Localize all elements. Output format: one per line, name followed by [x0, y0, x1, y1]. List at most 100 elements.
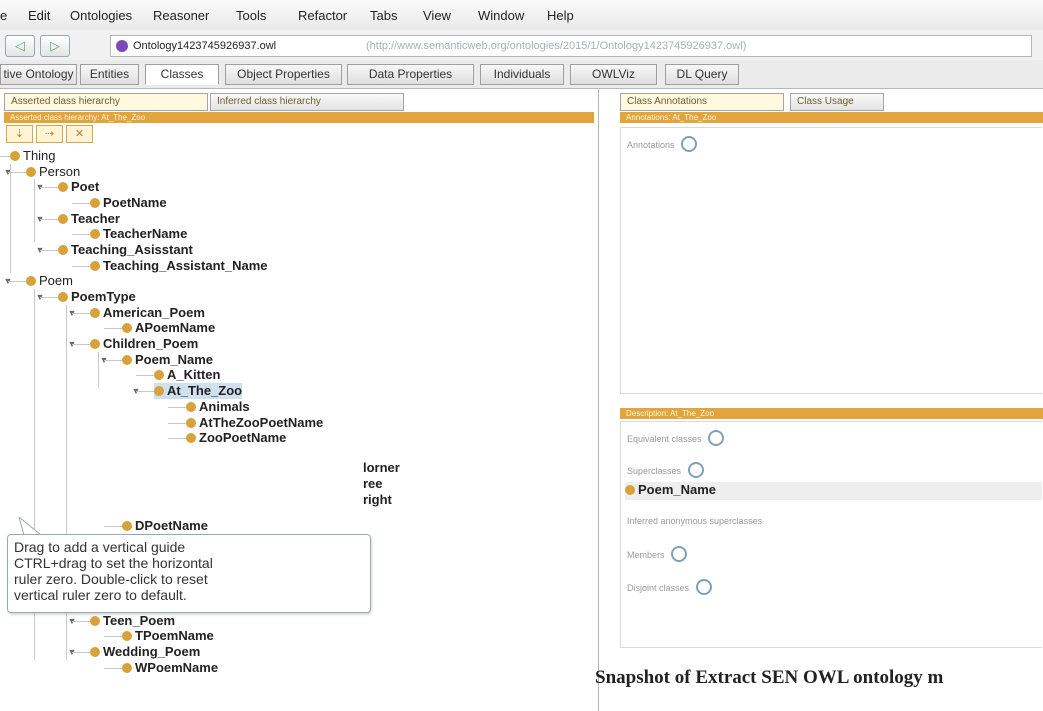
tree-node-label: Person — [39, 164, 81, 179]
menu-item-e[interactable]: e — [0, 8, 7, 23]
add-sibling-icon[interactable]: ⇢ — [36, 125, 63, 143]
tab-asserted-class-hierarchy[interactable]: Asserted class hierarchy — [4, 93, 208, 111]
tree-connector — [40, 219, 58, 220]
annotations-header: Annotations: At_The_Zoo — [620, 112, 1043, 123]
tree-node[interactable]: Poet — [58, 179, 99, 195]
tree-node-label: Poem_Name — [135, 352, 214, 367]
tree-node[interactable]: ZooPoetName — [186, 430, 286, 446]
menu-item-refactor[interactable]: Refactor — [298, 8, 347, 23]
menu-item-edit[interactable]: Edit — [28, 8, 50, 23]
tree-node[interactable]: Teen_Poem — [90, 613, 175, 629]
class-hierarchy-panel: Asserted class hierarchy Inferred class … — [0, 89, 599, 711]
partial-tree-item: lorner — [363, 460, 400, 475]
add-subclass-icon[interactable]: ⇣ — [6, 125, 33, 143]
disjoint-classes-label: Disjoint classes — [627, 579, 712, 595]
tree-node[interactable]: Teacher — [58, 211, 120, 227]
menu-item-tabs[interactable]: Tabs — [370, 8, 397, 23]
tree-node[interactable]: American_Poem — [90, 305, 205, 321]
tab-dl-query[interactable]: DL Query — [665, 64, 739, 85]
tree-node[interactable]: AtTheZooPoetName — [186, 415, 323, 431]
tree-node[interactable]: PoemType — [58, 289, 136, 305]
menu-item-tools[interactable]: Tools — [236, 8, 266, 23]
menu-item-reasoner[interactable]: Reasoner — [153, 8, 209, 23]
superclasses-label: Superclasses — [627, 462, 704, 478]
menu-item-ontologies[interactable]: Ontologies — [70, 8, 132, 23]
tree-node[interactable]: TPoemName — [122, 628, 214, 644]
ontology-url-field[interactable]: Ontology1423745926937.owl (http://www.se… — [110, 35, 1032, 57]
tree-node[interactable]: Children_Poem — [90, 336, 198, 352]
menu-item-help[interactable]: Help — [547, 8, 574, 23]
tree-node[interactable]: Teaching_Assistant_Name — [90, 258, 268, 274]
tree-node[interactable]: PoetName — [90, 195, 167, 211]
delete-class-icon[interactable]: ✕ — [66, 125, 93, 143]
tree-connector — [40, 187, 58, 188]
tree-connector — [104, 328, 122, 329]
tree-node[interactable]: A_Kitten — [154, 367, 220, 383]
tree-node-label: Children_Poem — [103, 336, 199, 351]
tree-node[interactable]: At_The_Zoo — [154, 383, 243, 399]
tree-node[interactable]: Thing — [10, 148, 56, 164]
class-icon — [90, 308, 100, 318]
tree-connector — [72, 234, 90, 235]
menu-item-view[interactable]: View — [423, 8, 451, 23]
class-icon — [122, 631, 132, 641]
tree-node-label: Teaching_Asisstant — [71, 242, 193, 257]
tree-node[interactable]: Animals — [186, 399, 250, 415]
tab-data-properties[interactable]: Data Properties — [347, 64, 474, 85]
forward-arrow-icon[interactable]: ▷ — [40, 35, 70, 57]
add-superclass-icon[interactable] — [687, 462, 704, 478]
ontology-name: Ontology1423745926937.owl — [133, 40, 277, 52]
equivalent-classes-label: Equivalent classes — [627, 430, 725, 446]
back-arrow-icon[interactable]: ◁ — [5, 35, 35, 57]
tree-node-label: TeacherName — [103, 226, 188, 241]
class-icon — [90, 261, 100, 271]
tree-node[interactable]: Teaching_Asisstant — [58, 242, 193, 258]
add-member-icon[interactable] — [671, 546, 688, 562]
add-equivalent-class-icon[interactable] — [708, 430, 725, 446]
tab-inferred-class-hierarchy[interactable]: Inferred class hierarchy — [210, 93, 404, 111]
tree-node[interactable]: Poem — [26, 273, 73, 289]
add-annotation-icon[interactable] — [681, 136, 698, 152]
tree-node[interactable]: APoemName — [122, 320, 215, 336]
tab-classes[interactable]: Classes — [145, 64, 219, 85]
tree-node[interactable]: WPoemName — [122, 660, 218, 676]
add-disjoint-class-icon[interactable] — [695, 579, 712, 595]
tab-individuals[interactable]: Individuals — [480, 64, 564, 85]
tree-node-label: American_Poem — [103, 305, 205, 320]
tab-class-usage[interactable]: Class Usage — [790, 93, 884, 111]
ontology-iri: (http://www.semanticweb.org/ontologies/2… — [366, 40, 747, 52]
description-header: Description: At_The_Zoo — [620, 408, 1043, 419]
ruler-tooltip: Drag to add a vertical guide CTRL+drag t… — [7, 534, 371, 613]
class-icon — [10, 151, 20, 161]
tab-entities[interactable]: Entities — [80, 64, 139, 85]
superclass-item[interactable]: Poem_Name — [625, 482, 1042, 500]
class-icon — [90, 647, 100, 657]
members-label: Members — [627, 546, 688, 562]
tree-node-label: Animals — [199, 399, 250, 414]
tree-node-label: Thing — [23, 148, 56, 163]
tree-node[interactable]: DPoetName — [122, 518, 208, 534]
tree-connector — [72, 652, 90, 653]
class-icon — [90, 198, 100, 208]
tree-node-label: WPoemName — [135, 660, 219, 675]
menu-item-window[interactable]: Window — [478, 8, 524, 23]
tab-tive-ontology[interactable]: tive Ontology — [0, 64, 77, 85]
tab-object-properties[interactable]: Object Properties — [225, 64, 342, 85]
tree-connector — [10, 164, 11, 273]
tree-connector — [104, 668, 122, 669]
tree-node-label: TPoemName — [135, 628, 214, 643]
tab-owlviz[interactable]: OWLViz — [570, 64, 657, 85]
tree-node[interactable]: Poem_Name — [122, 352, 213, 368]
tree-node[interactable]: Wedding_Poem — [90, 644, 200, 660]
tree-node-label: Wedding_Poem — [103, 644, 201, 659]
tree-node[interactable]: TeacherName — [90, 226, 187, 242]
partial-tree-item: right — [363, 492, 392, 507]
tree-node-label: PoetName — [103, 195, 167, 210]
inferred-superclasses-label: Inferred anonymous superclasses — [627, 516, 763, 526]
tree-node-label: Poem — [39, 273, 73, 288]
class-icon — [122, 663, 132, 673]
main-tabs: tive Ontology Entities Classes Object Prope… — [0, 60, 1043, 89]
tree-node-label: Teaching_Assistant_Name — [103, 258, 268, 273]
tab-class-annotations[interactable]: Class Annotations — [620, 93, 784, 111]
tree-node[interactable]: Person — [26, 164, 80, 180]
